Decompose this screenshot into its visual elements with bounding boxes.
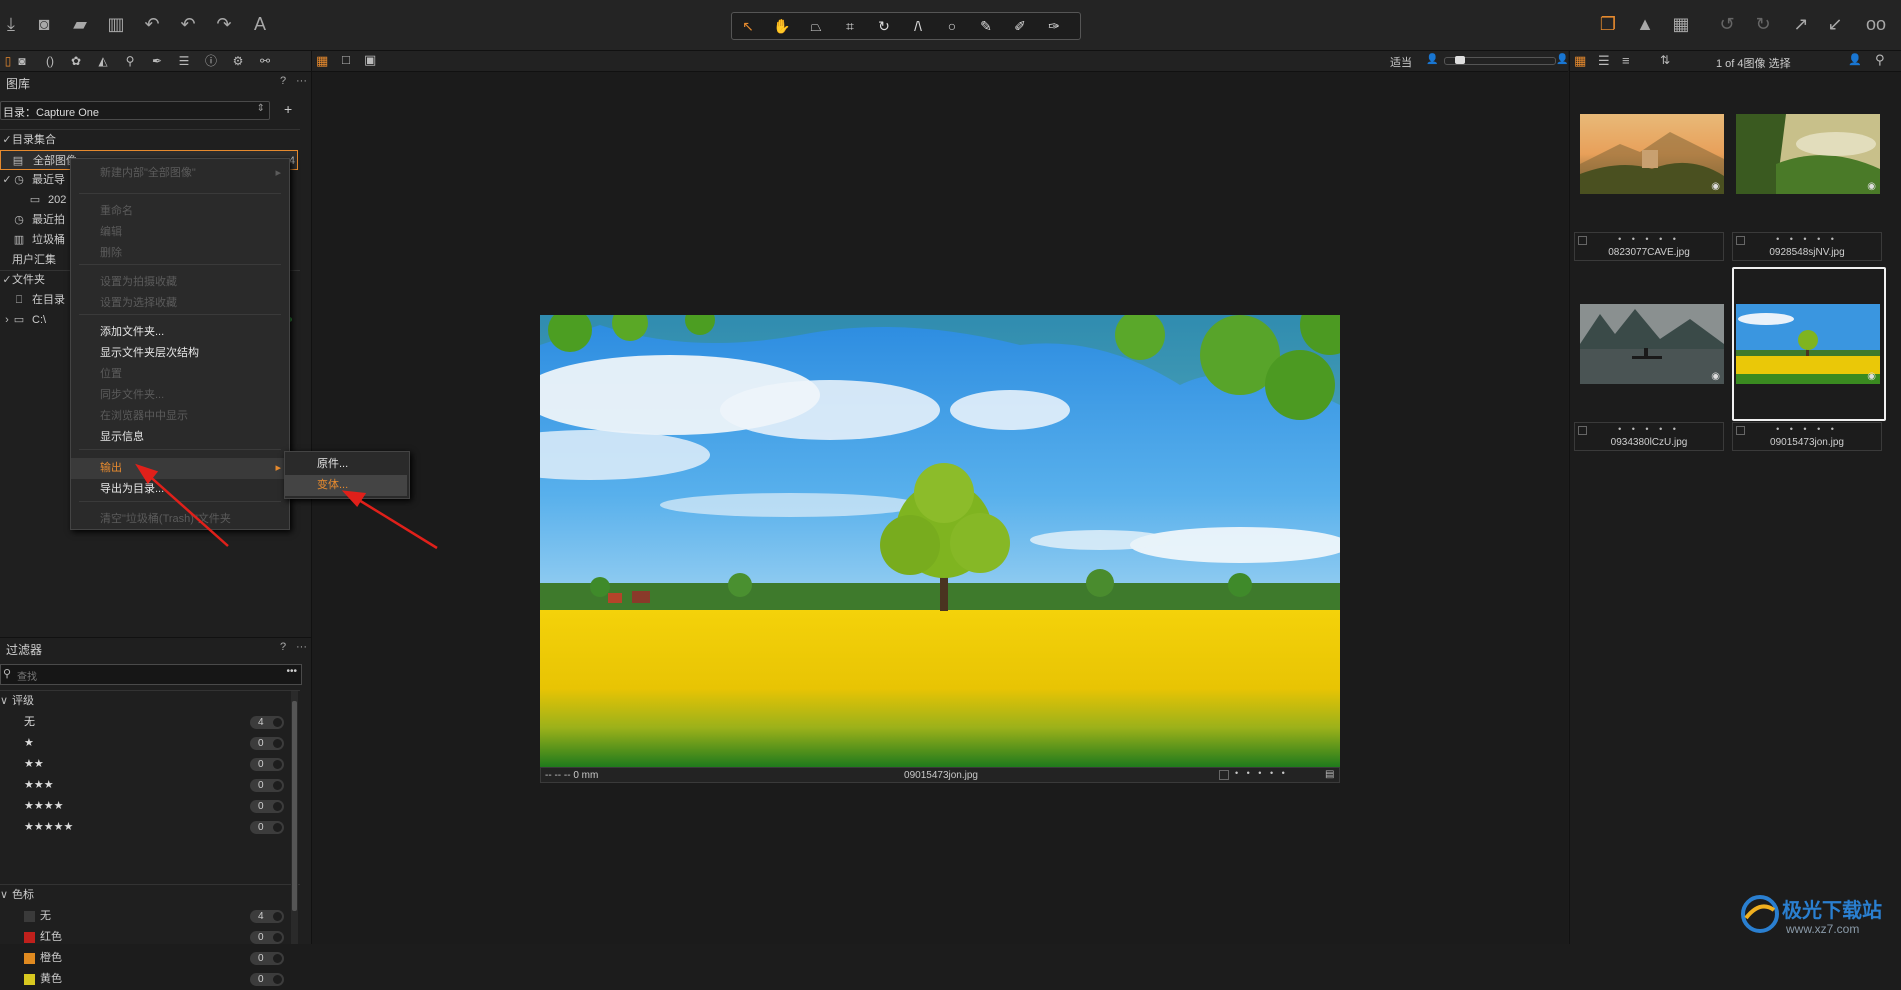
watermark-logo (1741, 895, 1779, 933)
watermark-brand: 极光下载站 (1782, 900, 1882, 922)
arrow-to-variants (353, 495, 438, 550)
color-filter-row[interactable]: 橙色 0 (0, 948, 290, 969)
color-swatch-icon (24, 974, 35, 985)
count-value: 0 (258, 953, 264, 964)
count-pill[interactable]: 0 (250, 952, 284, 965)
color-label: 黄色 (40, 973, 62, 985)
toggle-knob-icon (273, 954, 282, 963)
count-value: 0 (258, 974, 264, 985)
color-filter-row[interactable]: 黄色 0 (0, 969, 290, 990)
watermark-url: www.xz7.com (1786, 922, 1860, 936)
count-pill[interactable]: 0 (250, 973, 284, 986)
annotation-arrows (135, 463, 438, 550)
arrowhead-icon (341, 490, 367, 508)
color-swatch-icon (24, 953, 35, 964)
watermark: 极光下载站 www.xz7.com (1740, 886, 1900, 944)
arrow-to-output (145, 472, 229, 547)
color-label: 橙色 (40, 952, 62, 964)
toggle-knob-icon (273, 975, 282, 984)
